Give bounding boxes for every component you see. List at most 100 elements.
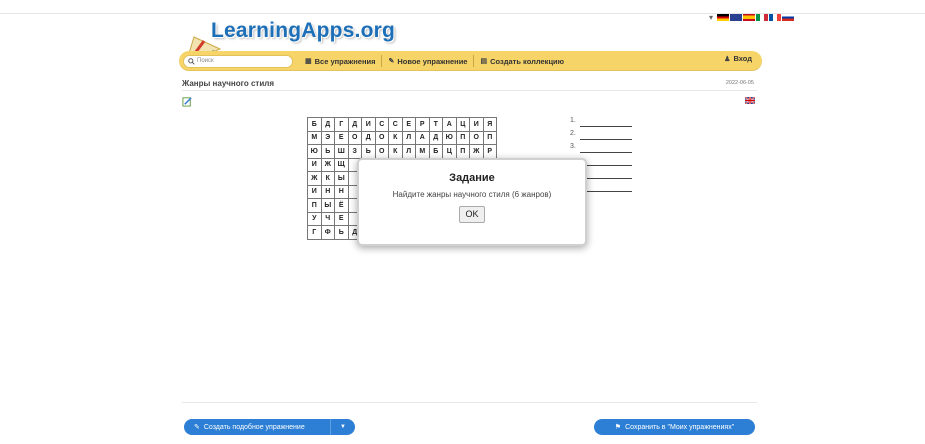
grid-cell[interactable]: О bbox=[374, 144, 389, 159]
search-placeholder: Поиск bbox=[197, 58, 214, 64]
grid-cell[interactable]: Э bbox=[320, 130, 335, 145]
nav-create-collection-label: Создать коллекцию bbox=[490, 56, 565, 66]
grid-cell[interactable]: С bbox=[374, 117, 389, 132]
grid-cell[interactable]: У bbox=[307, 211, 322, 226]
login-button[interactable]: ♟ Вход bbox=[724, 54, 752, 63]
grid-cell[interactable]: Р bbox=[415, 117, 430, 132]
grid-cell[interactable]: Г bbox=[307, 225, 322, 240]
grid-cell[interactable]: Ь bbox=[361, 144, 376, 159]
grid-cell[interactable]: Е bbox=[401, 117, 416, 132]
grid-cell[interactable]: Ж bbox=[320, 157, 335, 172]
nav-all-exercises-label: Все упражнения bbox=[314, 56, 376, 66]
nav-new-exercise[interactable]: ✎ Новое упражнение bbox=[382, 54, 473, 68]
save-to-my-apps-button[interactable]: ⚑ Сохранить в "Моих упражнениях" bbox=[594, 419, 755, 435]
grid-cell[interactable]: Е bbox=[334, 130, 349, 145]
grid-cell[interactable]: Д bbox=[347, 117, 362, 132]
answer-line bbox=[580, 152, 632, 153]
grid-cell[interactable]: Ш bbox=[334, 144, 349, 159]
grid-cell[interactable]: И bbox=[469, 117, 484, 132]
grid-cell[interactable]: Б bbox=[428, 144, 443, 159]
grid-cell[interactable]: Ю bbox=[442, 130, 457, 145]
grid-cell[interactable]: Т bbox=[428, 117, 443, 132]
grid-cell[interactable]: Д bbox=[320, 117, 335, 132]
grid-cell[interactable]: Ф bbox=[320, 225, 335, 240]
grid-cell[interactable]: Г bbox=[334, 117, 349, 132]
grid-cell[interactable]: П bbox=[455, 144, 470, 159]
edit-icon[interactable] bbox=[182, 96, 193, 107]
grid-cell[interactable]: Ь bbox=[334, 225, 349, 240]
grid-cell[interactable]: Я bbox=[482, 117, 497, 132]
grid-cell[interactable]: Ц bbox=[442, 144, 457, 159]
answer-slot[interactable]: 2. bbox=[570, 130, 635, 142]
grid-row: БДГДИССЕРТАЦИЯ bbox=[307, 117, 497, 132]
logo-title: LearningApps.org bbox=[211, 19, 396, 42]
flag-uk-icon[interactable] bbox=[745, 97, 755, 104]
grid-cell[interactable]: О bbox=[347, 130, 362, 145]
dialog-title: Задание bbox=[449, 172, 495, 184]
nav-new-exercise-label: Новое упражнение bbox=[397, 56, 468, 66]
grid-cell[interactable]: О bbox=[374, 130, 389, 145]
answer-slot[interactable]: 3. bbox=[570, 143, 635, 155]
answer-line bbox=[580, 191, 632, 192]
grid-cell[interactable]: Ч bbox=[320, 211, 335, 226]
grid-cell[interactable]: К bbox=[388, 130, 403, 145]
flag-de-icon[interactable] bbox=[717, 14, 730, 21]
grid-cell[interactable]: Л bbox=[401, 144, 416, 159]
footer-divider bbox=[182, 402, 757, 403]
grid-cell[interactable]: А bbox=[415, 130, 430, 145]
grid-cell[interactable]: И bbox=[307, 184, 322, 199]
grid-cell[interactable]: Ц bbox=[455, 117, 470, 132]
flag-en-icon[interactable] bbox=[730, 14, 743, 21]
grid-cell[interactable]: О bbox=[469, 130, 484, 145]
flag-es-icon[interactable] bbox=[743, 14, 756, 21]
grid-cell[interactable]: Ё bbox=[334, 198, 349, 213]
grid-cell[interactable]: А bbox=[442, 117, 457, 132]
grid-cell[interactable]: Ы bbox=[320, 198, 335, 213]
answer-slot[interactable]: 1. bbox=[570, 117, 635, 129]
grid-cell[interactable]: Ж bbox=[469, 144, 484, 159]
flag-it-icon[interactable] bbox=[756, 14, 769, 21]
grid-cell[interactable]: К bbox=[320, 171, 335, 186]
title-divider bbox=[182, 90, 757, 91]
grid-cell[interactable]: Ь bbox=[320, 144, 335, 159]
grid-cell[interactable]: М bbox=[415, 144, 430, 159]
grid-cell[interactable]: Ю bbox=[307, 144, 322, 159]
flag-fr-icon[interactable] bbox=[769, 14, 782, 21]
grid-cell[interactable]: Д bbox=[361, 130, 376, 145]
ok-button[interactable]: OK bbox=[459, 206, 485, 223]
answer-number: 2. bbox=[570, 130, 576, 137]
page-title: Жанры научного стиля bbox=[182, 79, 275, 88]
language-flags[interactable]: ▾ bbox=[709, 13, 795, 22]
grid-cell[interactable]: И bbox=[307, 157, 322, 172]
grid-cell[interactable]: И bbox=[361, 117, 376, 132]
answer-line bbox=[580, 126, 632, 127]
grid-cell[interactable]: Д bbox=[428, 130, 443, 145]
search-input[interactable]: Поиск bbox=[183, 54, 293, 68]
grid-cell[interactable]: К bbox=[388, 144, 403, 159]
chevron-down-icon[interactable]: ▾ bbox=[709, 14, 713, 22]
grid-row: ЮЬШЗЬОКЛМБЦПЖР bbox=[307, 144, 497, 159]
grid-cell[interactable]: Н bbox=[334, 184, 349, 199]
flag-ru-icon[interactable] bbox=[782, 14, 795, 21]
grid-cell[interactable]: Ы bbox=[334, 171, 349, 186]
grid-cell[interactable]: С bbox=[388, 117, 403, 132]
nav-create-collection[interactable]: ▤ Создать коллекцию bbox=[474, 54, 570, 68]
grid-cell[interactable]: Ж bbox=[307, 171, 322, 186]
create-similar-button[interactable]: ✎ Создать подобное упражнение ▼ bbox=[184, 419, 355, 435]
grid-cell[interactable]: П bbox=[455, 130, 470, 145]
grid-cell[interactable]: Р bbox=[482, 144, 497, 159]
grid-cell[interactable]: Щ bbox=[334, 157, 349, 172]
grid-cell[interactable]: М bbox=[307, 130, 322, 145]
answer-number: 3. bbox=[570, 143, 576, 150]
grid-cell[interactable]: Б bbox=[307, 117, 322, 132]
answer-line bbox=[580, 165, 632, 166]
grid-cell[interactable]: Л bbox=[401, 130, 416, 145]
nav-all-exercises[interactable]: ▦ Все упражнения bbox=[299, 54, 381, 68]
grid-cell[interactable]: З bbox=[347, 144, 362, 159]
grid-cell[interactable]: Е bbox=[334, 211, 349, 226]
user-icon: ♟ bbox=[724, 55, 731, 63]
grid-cell[interactable]: П bbox=[482, 130, 497, 145]
grid-cell[interactable]: П bbox=[307, 198, 322, 213]
caret-down-icon[interactable]: ▼ bbox=[330, 419, 355, 435]
grid-cell[interactable]: Н bbox=[320, 184, 335, 199]
